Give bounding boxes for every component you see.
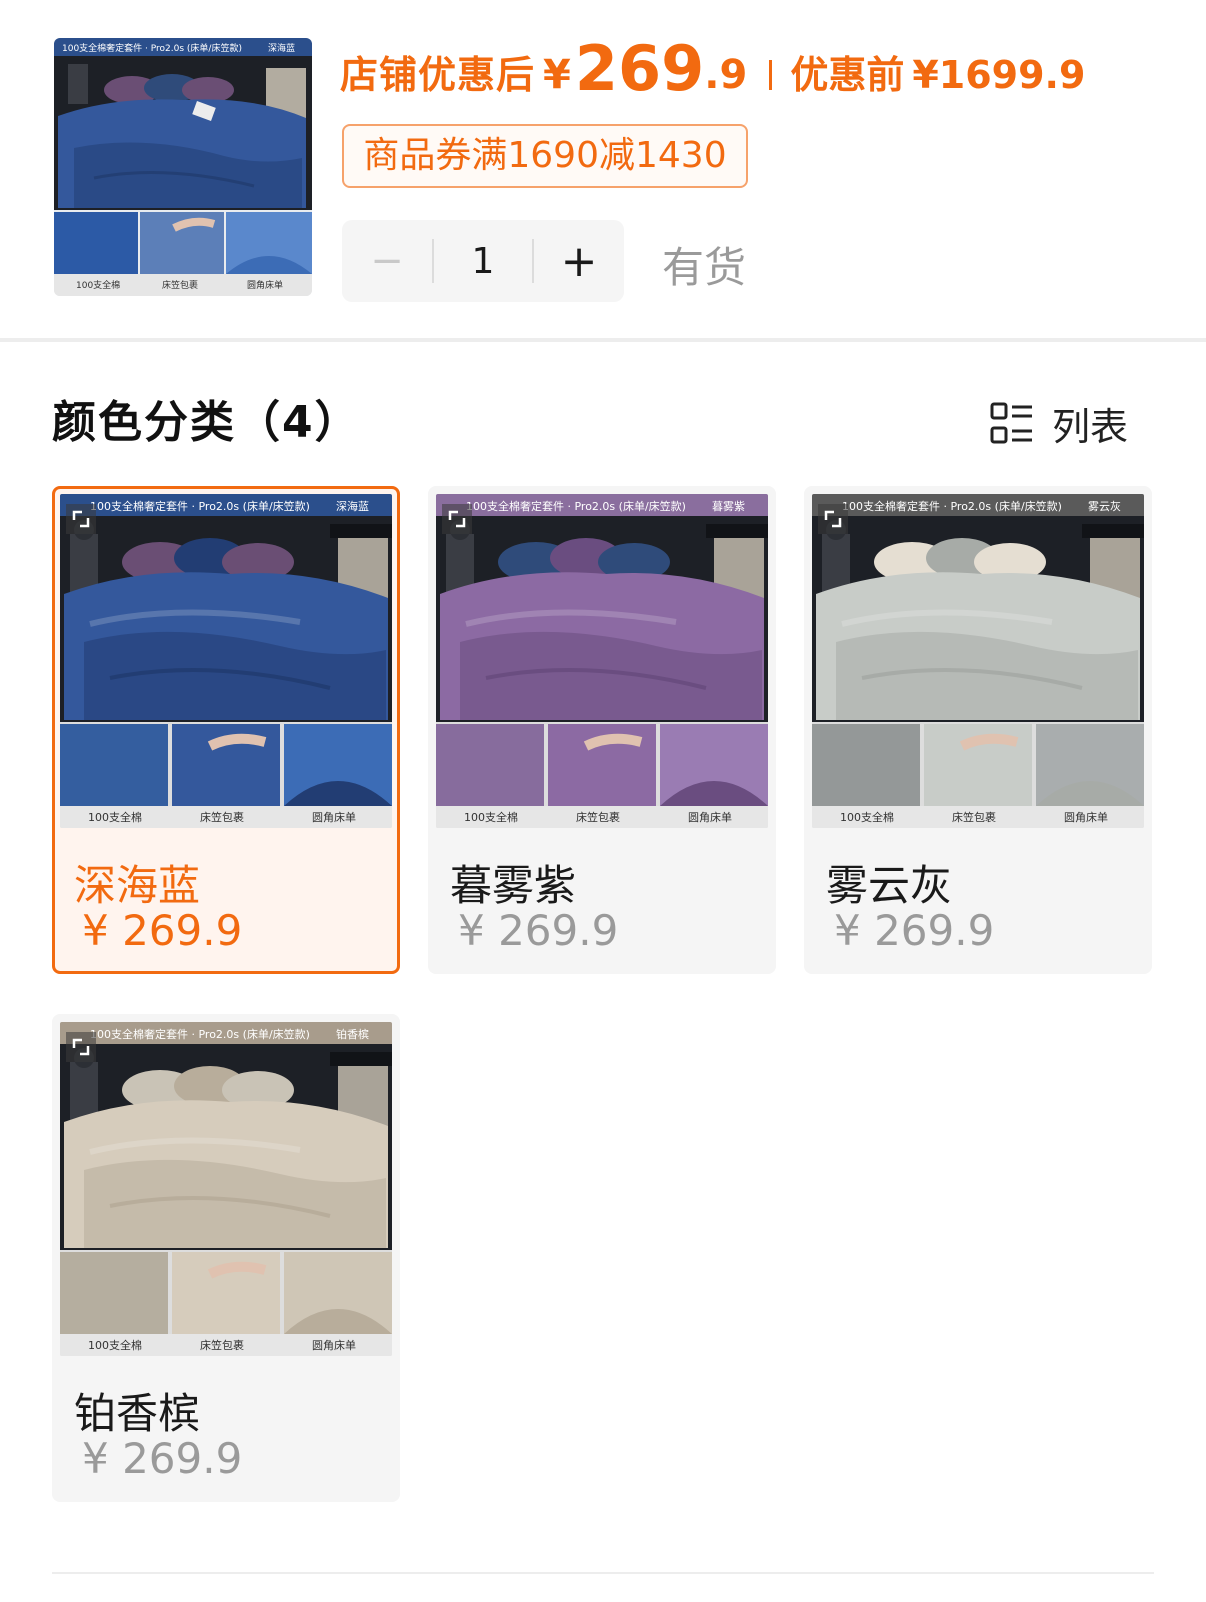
bedding-photo: 100支全棉奢定套件 · Pro2.0s (床单/床笠款) 铂香槟 100支全棉 床笠… bbox=[60, 1022, 392, 1356]
variant-image: 100支全棉奢定套件 · Pro2.0s (床单/床笠款) 暮雾紫 100支全棉 床笠… bbox=[436, 494, 768, 828]
variant-card-4[interactable]: 100支全棉奢定套件 · Pro2.0s (床单/床笠款) 铂香槟 100支全棉 床笠… bbox=[52, 1014, 400, 1502]
banner-left-text: 100支全棉奢定套件 · Pro2.0s (床单/床笠款) bbox=[90, 1027, 310, 1041]
caption-2: 床笠包裹 bbox=[952, 810, 996, 824]
caption-1: 100支全棉 bbox=[88, 1338, 142, 1352]
variant-card-1[interactable]: 100支全棉奢定套件 · Pro2.0s (床单/床笠款) 深海蓝 100支全棉 床笠… bbox=[52, 486, 400, 974]
section-title: 颜色分类（4） bbox=[52, 397, 361, 448]
variant-image: 100支全棉奢定套件 · Pro2.0s (床单/床笠款) 铂香槟 100支全棉 床笠… bbox=[60, 1022, 392, 1356]
caption-2: 床笠包裹 bbox=[200, 810, 244, 824]
caption-2: 床笠包裹 bbox=[576, 810, 620, 824]
variant-name: 雾云灰 bbox=[826, 861, 953, 910]
variant-price: ¥ 269.9 bbox=[834, 906, 995, 955]
caption-1: 100支全棉 bbox=[464, 810, 518, 824]
stock-status: 有货 bbox=[662, 243, 747, 292]
banner-left-text: 100支全棉奢定套件 · Pro2.0s (床单/床笠款) bbox=[90, 499, 310, 513]
variant-price: ¥ 269.9 bbox=[82, 906, 243, 955]
product-thumbnail[interactable]: 100支全棉奢定套件 · Pro2.0s (床单/床笠款) 深海蓝 100支全棉… bbox=[54, 38, 312, 296]
price-row: 店铺优惠后 ¥ 269 .9 优惠前 ¥1699.9 bbox=[340, 26, 1085, 100]
thumb-banner-left: 100支全棉奢定套件 · Pro2.0s (床单/床笠款) bbox=[62, 42, 242, 54]
product-header: 100支全棉奢定套件 · Pro2.0s (床单/床笠款) 深海蓝 100支全棉… bbox=[0, 0, 1206, 338]
caption-3: 圆角床单 bbox=[312, 810, 356, 824]
banner-left-text: 100支全棉奢定套件 · Pro2.0s (床单/床笠款) bbox=[842, 499, 1062, 513]
variant-card-2[interactable]: 100支全棉奢定套件 · Pro2.0s (床单/床笠款) 暮雾紫 100支全棉 床笠… bbox=[428, 486, 776, 974]
variant-name: 暮雾紫 bbox=[450, 861, 577, 910]
banner-right-text: 雾云灰 bbox=[1088, 499, 1121, 513]
quantity-value[interactable]: 1 bbox=[434, 241, 532, 282]
currency-symbol: ¥ bbox=[543, 52, 571, 98]
variant-card-3[interactable]: 100支全棉奢定套件 · Pro2.0s (床单/床笠款) 雾云灰 100支全棉 床笠… bbox=[804, 486, 1152, 974]
caption-1: 100支全棉 bbox=[840, 810, 894, 824]
expand-corner-icon[interactable] bbox=[442, 504, 472, 534]
variant-price: ¥ 269.9 bbox=[82, 1434, 243, 1483]
list-view-toggle[interactable]: 列表 bbox=[990, 396, 1128, 451]
banner-right-text: 深海蓝 bbox=[336, 499, 369, 513]
banner-right-text: 铂香槟 bbox=[336, 1027, 369, 1041]
decrease-button[interactable]: − bbox=[342, 238, 432, 284]
expand-corner-icon[interactable] bbox=[66, 504, 96, 534]
variant-image: 100支全棉奢定套件 · Pro2.0s (床单/床笠款) 雾云灰 100支全棉 床笠… bbox=[812, 494, 1144, 828]
thumb-caption-1: 100支全棉 bbox=[76, 279, 120, 291]
section-divider bbox=[0, 338, 1206, 342]
variant-name: 铂香槟 bbox=[74, 1389, 201, 1438]
caption-3: 圆角床单 bbox=[312, 1338, 356, 1352]
price-integer: 269 bbox=[574, 32, 705, 105]
caption-1: 100支全棉 bbox=[88, 810, 142, 824]
price-decimal: .9 bbox=[704, 52, 748, 98]
caption-3: 圆角床单 bbox=[688, 810, 732, 824]
price-separator bbox=[769, 60, 773, 90]
bedding-photo: 100支全棉奢定套件 · Pro2.0s (床单/床笠款) 暮雾紫 100支全棉 床笠… bbox=[436, 494, 768, 828]
bedding-photo: 100支全棉奢定套件 · Pro2.0s (床单/床笠款) 深海蓝 100支全棉… bbox=[54, 38, 312, 296]
quantity-stepper: − 1 + bbox=[342, 220, 624, 302]
caption-2: 床笠包裹 bbox=[200, 1338, 244, 1352]
original-price: ¥1699.9 bbox=[912, 53, 1086, 97]
thumb-caption-3: 圆角床单 bbox=[247, 279, 283, 291]
variant-name: 深海蓝 bbox=[74, 861, 201, 910]
original-price-label: 优惠前 bbox=[790, 53, 905, 97]
list-view-icon bbox=[990, 402, 1032, 443]
coupon-badge[interactable]: 商品券满1690减1430 bbox=[342, 124, 748, 188]
expand-corner-icon[interactable] bbox=[66, 1032, 96, 1062]
variant-price: ¥ 269.9 bbox=[458, 906, 619, 955]
discount-price-label: 店铺优惠后 bbox=[340, 53, 536, 97]
thumb-caption-2: 床笠包裹 bbox=[162, 279, 198, 291]
caption-3: 圆角床单 bbox=[1064, 810, 1108, 824]
bedding-photo: 100支全棉奢定套件 · Pro2.0s (床单/床笠款) 深海蓝 100支全棉 床笠… bbox=[60, 494, 392, 828]
expand-corner-icon[interactable] bbox=[818, 504, 848, 534]
list-view-label: 列表 bbox=[1052, 405, 1129, 449]
banner-left-text: 100支全棉奢定套件 · Pro2.0s (床单/床笠款) bbox=[466, 499, 686, 513]
thumb-banner-right: 深海蓝 bbox=[268, 42, 295, 54]
bedding-photo: 100支全棉奢定套件 · Pro2.0s (床单/床笠款) 雾云灰 100支全棉 床笠… bbox=[812, 494, 1144, 828]
bottom-divider bbox=[52, 1572, 1154, 1574]
variant-image: 100支全棉奢定套件 · Pro2.0s (床单/床笠款) 深海蓝 100支全棉 床笠… bbox=[60, 494, 392, 828]
increase-button[interactable]: + bbox=[534, 236, 624, 287]
banner-right-text: 暮雾紫 bbox=[712, 499, 745, 513]
